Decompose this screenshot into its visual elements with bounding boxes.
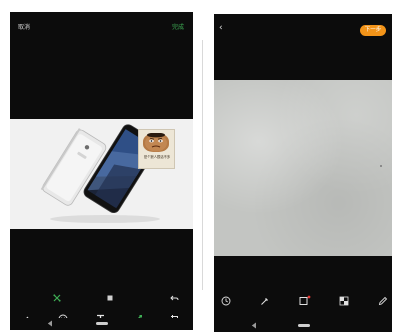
canvas-speck — [380, 165, 382, 167]
square-icon[interactable] — [106, 294, 114, 302]
back-button[interactable]: ‹ — [219, 23, 223, 33]
next-step-button[interactable]: 下一步 — [360, 25, 386, 36]
screens-divider — [202, 40, 203, 290]
nav-back-icon[interactable] — [47, 320, 53, 327]
nav-home-pill[interactable] — [96, 322, 108, 325]
nav-back-icon[interactable] — [251, 322, 257, 329]
crop-icon[interactable] — [53, 294, 61, 302]
brush-icon[interactable] — [260, 296, 270, 306]
left-header: 取消 完成 — [10, 12, 193, 32]
sticker-caption: 是个狼人狠话不多 — [143, 155, 171, 159]
left-phone-screen: 取消 完成 是个狼人狠话不多 — [10, 12, 193, 330]
screenshot-page: 取消 完成 是个狼人狠话不多 ‹ 下一步 — [0, 0, 394, 334]
left-system-nav — [10, 318, 193, 330]
done-button[interactable]: 完成 — [172, 24, 184, 32]
meme-sticker[interactable]: 是个狼人狠话不多 — [138, 129, 175, 169]
pencil-icon[interactable] — [378, 296, 388, 306]
right-phone-screen: ‹ 下一步 — [214, 14, 392, 332]
left-secondary-toolbar — [10, 293, 193, 305]
cancel-button[interactable]: 取消 — [18, 24, 30, 32]
right-toolbar — [214, 292, 392, 310]
nav-home-pill[interactable] — [298, 324, 310, 327]
mosaic-icon[interactable] — [339, 296, 349, 306]
edit-canvas[interactable] — [214, 80, 392, 256]
undo-icon[interactable] — [170, 294, 179, 302]
right-system-nav — [214, 320, 392, 332]
sticker-face-image — [143, 132, 169, 152]
edited-photo: 是个狼人狠话不多 — [10, 119, 193, 229]
rectangle-icon[interactable] — [299, 295, 311, 306]
clock-icon[interactable] — [221, 296, 231, 306]
